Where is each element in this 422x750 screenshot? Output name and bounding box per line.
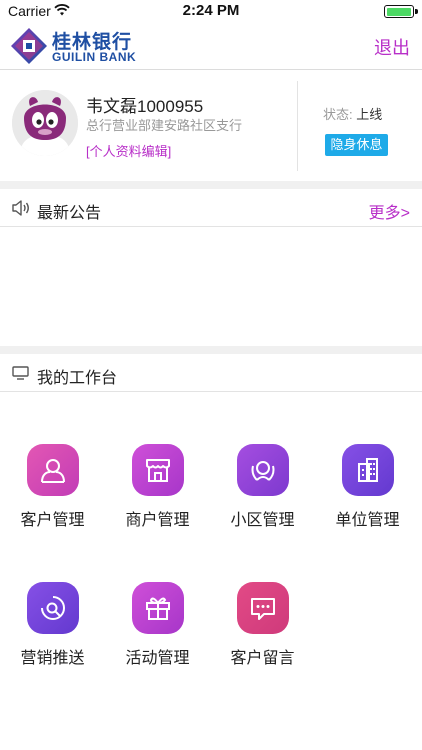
announcements-header: 最新公告 更多> [0,189,422,227]
battery-icon [384,5,414,18]
community-management-tile[interactable]: 小区管理 [210,444,315,544]
push-icon [27,582,79,634]
marketing-push-tile[interactable]: 营销推送 [0,582,105,682]
workbench-header: 我的工作台 [0,354,422,392]
user-branch: 总行营业部建安路社区支行 [86,118,243,133]
invisible-rest-button[interactable]: 隐身休息 [325,134,388,156]
bank-logo-icon [11,28,47,64]
building-icon [342,444,394,496]
battery-tip [415,9,418,14]
status-label-text: 状态: [323,107,353,122]
workbench-grid: 客户管理 商户管理 小区管理 单位管理 营销推送 活动管理 客户留言 [0,393,422,750]
community-icon [237,444,289,496]
logout-button[interactable]: 退出 [374,34,410,60]
announcements-list [0,228,422,346]
speaker-icon [12,200,29,216]
gift-icon [132,582,184,634]
announcements-title: 最新公告 [37,205,102,222]
tile-label: 活动管理 [125,650,190,667]
battery-level [386,7,411,16]
user-name: 韦文磊1000955 [86,97,204,116]
status-bar: Carrier 2:24 PM [0,0,422,22]
bank-name-en: GUILIN BANK [52,50,137,64]
person-icon [27,444,79,496]
tile-label: 客户留言 [230,650,295,667]
organization-management-tile[interactable]: 单位管理 [315,444,420,544]
section-gap [0,346,422,354]
message-icon [237,582,289,634]
status-value: 上线 [356,107,383,122]
edit-profile-link[interactable]: [个人资料编辑] [86,141,171,160]
tile-label: 商户管理 [125,512,190,529]
activity-management-tile[interactable]: 活动管理 [105,582,210,682]
tile-label: 单位管理 [335,512,400,529]
profile-divider [297,81,298,171]
customer-management-tile[interactable]: 客户管理 [0,444,105,544]
status-time: 2:24 PM [182,2,240,19]
status-label: 状态: 上线 [323,104,382,123]
avatar[interactable] [12,90,78,156]
tile-label: 营销推送 [20,650,85,667]
section-gap [0,181,422,189]
merchant-management-tile[interactable]: 商户管理 [105,444,210,544]
mascot-avatar-icon [12,90,78,156]
monitor-icon [12,366,29,380]
nav-bar: 桂林银行 GUILIN BANK 退出 [0,22,422,70]
tile-label: 小区管理 [230,512,295,529]
workbench-title: 我的工作台 [37,370,118,387]
profile-card: 韦文磊1000955 总行营业部建安路社区支行 [个人资料编辑] 状态: 上线 … [0,71,422,181]
more-link[interactable]: 更多> [369,199,410,223]
tile-label: 客户管理 [20,512,85,529]
customer-message-tile[interactable]: 客户留言 [210,582,315,682]
store-icon [132,444,184,496]
